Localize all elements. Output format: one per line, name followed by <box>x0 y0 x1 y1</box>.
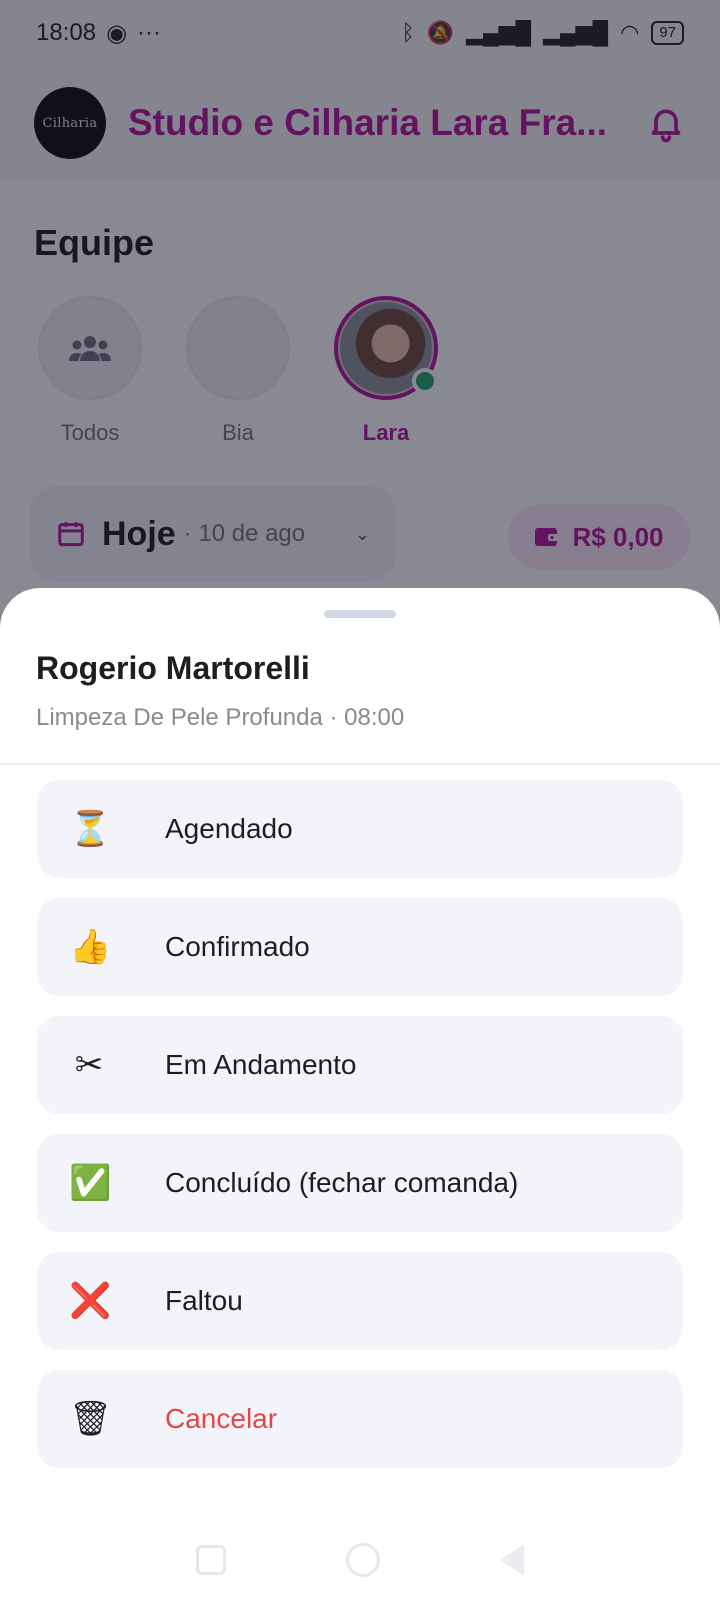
status-option-confirmado[interactable]: 👍 Confirmado <box>37 898 683 996</box>
status-option-em-andamento[interactable]: ✂ Em Andamento <box>37 1016 683 1114</box>
status-option-agendado[interactable]: ⏳ Agendado <box>37 780 683 878</box>
status-option-concluido[interactable]: ✅ Concluído (fechar comanda) <box>37 1134 683 1232</box>
hourglass-icon: ⏳ <box>69 809 112 849</box>
status-option-label: Confirmado <box>165 931 310 962</box>
status-option-label: Em Andamento <box>165 1049 357 1080</box>
system-navigation-bar <box>0 1520 720 1600</box>
cancel-label: Cancelar <box>165 1403 278 1434</box>
scissors-icon: ✂ <box>74 1045 104 1085</box>
check-mark-icon: ✅ <box>69 1163 112 1203</box>
back-button[interactable] <box>500 1544 524 1576</box>
status-option-label: Faltou <box>165 1285 243 1316</box>
trash-icon: 🗑 <box>69 1399 113 1439</box>
cross-mark-icon: ❌ <box>69 1281 112 1321</box>
appointment-details: Limpeza De Pele Profunda · 08:00 <box>36 704 405 731</box>
client-name: Rogerio Martorelli <box>36 650 310 686</box>
recent-apps-button[interactable] <box>196 1545 226 1575</box>
status-actions-list: ⏳ Agendado 👍 Confirmado ✂ Em Andamento ✅… <box>37 780 683 1488</box>
status-option-label: Agendado <box>165 813 293 844</box>
home-button[interactable] <box>346 1543 380 1577</box>
divider <box>0 763 720 765</box>
cancel-appointment-button[interactable]: 🗑 Cancelar <box>37 1370 683 1468</box>
status-option-faltou[interactable]: ❌ Faltou <box>37 1252 683 1350</box>
appointment-status-sheet: Rogerio Martorelli Limpeza De Pele Profu… <box>0 588 720 1600</box>
status-option-label: Concluído (fechar comanda) <box>165 1167 519 1198</box>
thumbs-up-icon: 👍 <box>69 927 112 967</box>
sheet-drag-handle[interactable] <box>324 610 396 618</box>
